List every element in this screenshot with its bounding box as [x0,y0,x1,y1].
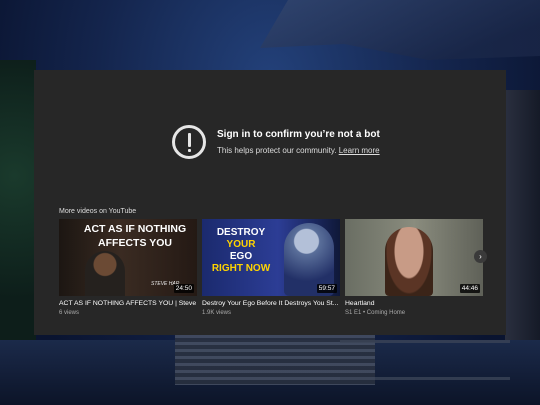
video-title[interactable]: ACT AS IF NOTHING AFFECTS YOU | Steve ..… [59,300,197,307]
video-title[interactable]: Destroy Your Ego Before It Destroys You … [202,300,340,307]
chevron-right-icon[interactable]: › [474,250,487,263]
notice-subtitle: This helps protect our community. Learn … [217,146,380,155]
video-duration: 59:57 [316,284,337,293]
video-card[interactable]: ACT AS IF NOTHING AFFECTS YOU STEVE HAR … [59,219,197,316]
thumbnail-line: YOUR [226,239,256,250]
video-meta: S1 E1 • Coming Home [345,310,406,316]
video-meta: 1.9K views [202,310,232,316]
video-duration: 44:46 [459,284,480,293]
more-videos-label: More videos on YouTube [59,208,137,215]
notice-text: Sign in to confirm you’re not a bot This… [217,129,380,155]
thumbnail-line: ACT AS IF NOTHING [83,223,187,235]
thumbnail-person [85,251,125,296]
video-card[interactable]: 44:46 Heartland S1 E1 • Coming Home [345,219,483,316]
video-duration: 24:50 [173,284,194,293]
notice-title: Sign in to confirm you’re not a bot [217,129,380,140]
video-title[interactable]: Heartland [345,300,483,307]
bot-check-notice: Sign in to confirm you’re not a bot This… [172,125,380,159]
thumbnail-line: DESTROY [216,227,266,238]
video-thumbnail[interactable]: ACT AS IF NOTHING AFFECTS YOU STEVE HAR … [59,219,197,296]
notice-subtitle-text: This helps protect our community. [217,146,337,155]
thumbnail-text: ACT AS IF NOTHING AFFECTS YOU [77,222,193,250]
alert-circle-icon [172,125,206,159]
video-thumbnail[interactable]: DESTROY YOUR EGO RIGHT NOW 59:57 [202,219,340,296]
thumbnail-line: RIGHT NOW [211,263,271,274]
video-meta: 6 views [59,310,80,316]
tree [0,60,36,350]
video-thumbnail[interactable]: 44:46 [345,219,483,296]
thumbnail-text: DESTROY YOUR EGO RIGHT NOW [208,227,274,275]
more-videos-list: ACT AS IF NOTHING AFFECTS YOU STEVE HAR … [59,219,483,316]
video-player[interactable]: Sign in to confirm you’re not a bot This… [34,70,506,335]
learn-more-link[interactable]: Learn more [339,146,380,155]
thumbnail-line: EGO [229,251,253,262]
thumbnail-person [385,227,433,296]
temple-wall [505,90,540,350]
railing [340,340,510,380]
thumbnail-line: AFFECTS YOU [98,237,172,249]
video-card[interactable]: DESTROY YOUR EGO RIGHT NOW 59:57 Destroy… [202,219,340,316]
